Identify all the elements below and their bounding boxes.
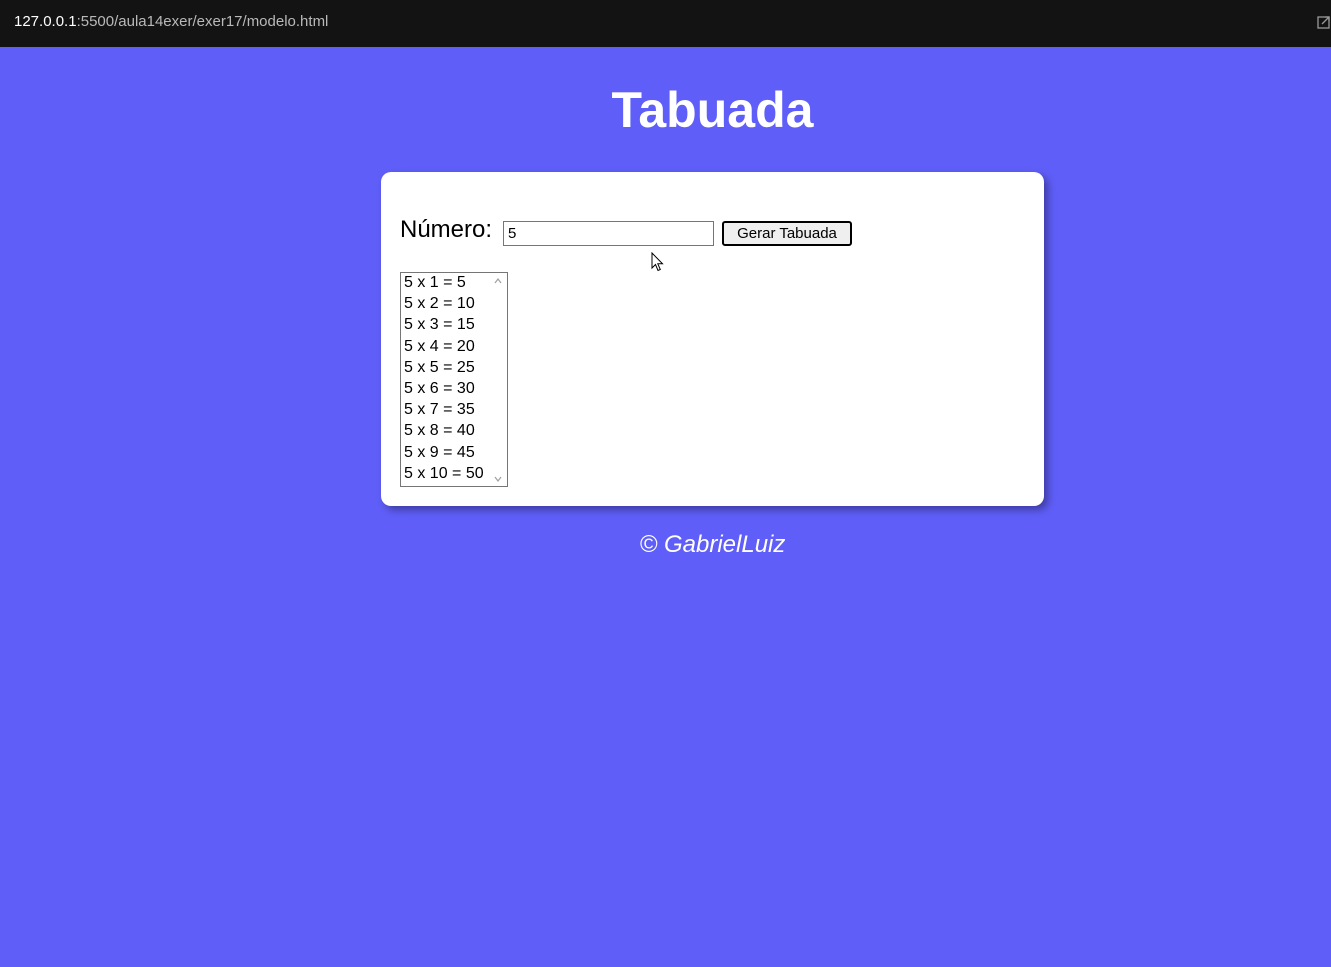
list-option[interactable]: 5 x 3 = 15 [404, 315, 475, 334]
mouse-cursor-icon [651, 252, 664, 272]
list-option[interactable]: 5 x 7 = 35 [404, 400, 475, 419]
number-label: Número: [400, 216, 493, 243]
url-host: 127.0.0.1 [14, 13, 77, 30]
number-input[interactable] [503, 221, 714, 246]
url-path: :5500/aula14exer/exer17/modelo.html [76, 13, 329, 30]
page-body: Tabuada Número: Gerar Tabuada 5 x 1 = 55… [0, 47, 1331, 967]
list-option[interactable]: 5 x 2 = 10 [404, 294, 475, 313]
url-text[interactable]: 127.0.0.1:5500/aula14exer/exer17/modelo.… [14, 13, 328, 30]
scroll-up-icon[interactable] [494, 277, 502, 285]
footer-copyright: © GabrielLuiz [639, 531, 786, 558]
list-option[interactable]: 5 x 9 = 45 [404, 443, 475, 462]
scroll-down-icon[interactable] [494, 475, 502, 483]
list-option[interactable]: 5 x 6 = 30 [404, 379, 475, 398]
share-icon[interactable] [1317, 14, 1331, 30]
multiplication-listbox[interactable]: 5 x 1 = 5 5 x 2 = 10 5 x 3 = 15 5 x 4 = 20 5… [400, 272, 508, 487]
list-option[interactable]: 5 x 10 = 50 [404, 464, 484, 483]
list-option[interactable]: 5 x 5 = 25 [404, 358, 475, 377]
tabuada-card: Número: Gerar Tabuada 5 x 1 = 5 5 x 2 = 1… [381, 172, 1044, 506]
list-option[interactable]: 5 x 4 = 20 [404, 337, 475, 356]
list-option[interactable]: 5 x 1 = 5 [404, 273, 466, 292]
list-option[interactable]: 5 x 8 = 40 [404, 421, 475, 440]
browser-address-bar: 127.0.0.1:5500/aula14exer/exer17/modelo.… [0, 0, 1331, 47]
generate-table-button[interactable]: Gerar Tabuada [722, 221, 852, 246]
page-title: Tabuada [611, 82, 814, 138]
